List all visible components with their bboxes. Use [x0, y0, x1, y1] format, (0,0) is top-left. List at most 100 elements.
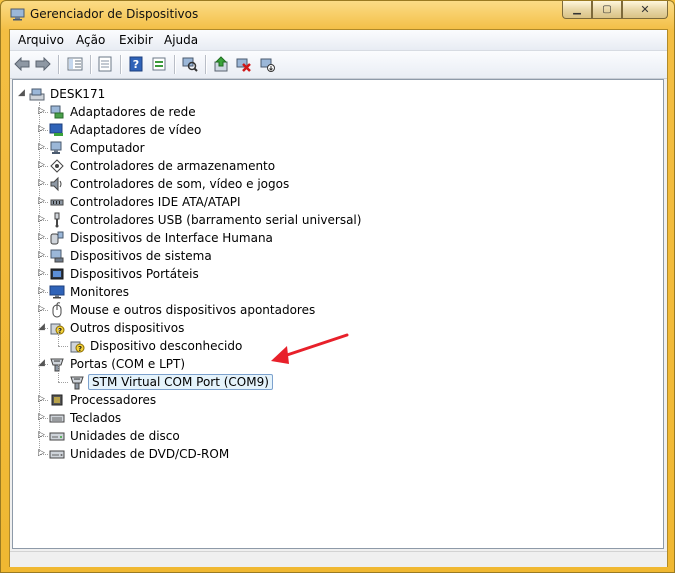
- tree-category-processadores[interactable]: Processadores: [49, 391, 158, 409]
- tree-item-label: Controladores IDE ATA/ATAPI: [70, 195, 241, 209]
- expand-arrow-icon[interactable]: ▷: [37, 161, 46, 170]
- expand-arrow-icon[interactable]: ▷: [37, 197, 46, 206]
- uninstall-icon: [236, 58, 251, 72]
- title-bar[interactable]: Gerenciador de Dispositivos ▁ ▢ ✕: [1, 1, 674, 29]
- tree-item-label: Monitores: [70, 285, 129, 299]
- properties-icon: [98, 56, 112, 72]
- window-title: Gerenciador de Dispositivos: [30, 7, 199, 21]
- expand-arrow-icon[interactable]: ▷: [37, 251, 46, 260]
- tree-item-label: Controladores USB (barramento serial uni…: [70, 213, 362, 227]
- tree-category-unidades-de-disco[interactable]: Unidades de disco: [49, 427, 182, 445]
- expand-arrow-icon[interactable]: ▷: [37, 107, 46, 116]
- expand-arrow-icon[interactable]: ▷: [37, 233, 46, 242]
- close-icon: ✕: [640, 3, 650, 16]
- properties-button[interactable]: [96, 55, 114, 73]
- svg-text:?: ?: [78, 345, 82, 353]
- unknown-device-icon: ?: [69, 338, 85, 354]
- expand-arrow-icon[interactable]: ▷: [37, 305, 46, 314]
- tree-item-label: Controladores de armazenamento: [70, 159, 276, 173]
- menu-exibir[interactable]: Exibir: [119, 33, 153, 47]
- tree-category-dispositivos-de-sistema[interactable]: Dispositivos de sistema: [49, 247, 214, 265]
- menu-bar: Arquivo Ação Exibir Ajuda: [10, 30, 667, 51]
- disable-button[interactable]: [258, 55, 276, 73]
- expand-arrow-icon[interactable]: ▷: [37, 143, 46, 152]
- tree-category-teclados[interactable]: Teclados: [49, 409, 123, 427]
- tree-device-dispositivo-desconhecido[interactable]: ? Dispositivo desconhecido: [69, 337, 244, 355]
- tree-category-computador[interactable]: Computador: [49, 139, 147, 157]
- tree-connector: [58, 346, 68, 347]
- minimize-button[interactable]: ▁: [562, 1, 592, 19]
- toolbar: ?: [10, 51, 667, 79]
- tree-item-label: Adaptadores de rede: [70, 105, 196, 119]
- expand-arrow-icon[interactable]: ▷: [37, 125, 46, 134]
- dvd-drive-icon: [49, 446, 65, 462]
- tree-category-adaptadores-de-video[interactable]: Adaptadores de vídeo: [49, 121, 203, 139]
- toolbar-separator: [120, 55, 122, 74]
- tree-category-unidades-de-dvd-cd-rom[interactable]: Unidades de DVD/CD-ROM: [49, 445, 231, 463]
- toolbar-separator: [174, 55, 176, 74]
- forward-button[interactable]: [34, 55, 52, 73]
- collapse-arrow-icon[interactable]: ◢: [37, 359, 46, 368]
- mouse-icon: [49, 302, 65, 318]
- computer-icon: [49, 140, 65, 156]
- tree-category-portas-com-e-lpt[interactable]: Portas (COM e LPT): [49, 355, 187, 373]
- system-device-icon: [49, 248, 65, 264]
- close-button[interactable]: ✕: [622, 1, 668, 19]
- help-icon: ?: [129, 56, 143, 72]
- collapse-arrow-icon[interactable]: ◢: [37, 323, 46, 332]
- tree-root[interactable]: DESK171: [29, 85, 107, 103]
- tree-category-adaptadores-de-rede[interactable]: Adaptadores de rede: [49, 103, 198, 121]
- tree-item-label: Dispositivos de sistema: [70, 249, 212, 263]
- maximize-button[interactable]: ▢: [592, 1, 622, 19]
- tree-item-label: Portas (COM e LPT): [70, 357, 186, 371]
- show-hidden-button[interactable]: [150, 55, 168, 73]
- menu-acao[interactable]: Ação: [76, 33, 105, 47]
- tree-guide-line: [58, 364, 59, 382]
- menu-ajuda[interactable]: Ajuda: [164, 33, 198, 47]
- expand-arrow-icon[interactable]: ▷: [37, 269, 46, 278]
- tree-item-label: STM Virtual COM Port (COM9): [88, 374, 273, 390]
- tree-category-controladores-ide-ata-atapi[interactable]: Controladores IDE ATA/ATAPI: [49, 193, 243, 211]
- tree-item-label: Adaptadores de vídeo: [70, 123, 202, 137]
- tree-category-mouse-e-outros-dispositivos-apontadores[interactable]: Mouse e outros dispositivos apontadores: [49, 301, 317, 319]
- root-label: DESK171: [50, 87, 106, 101]
- update-driver-button[interactable]: [212, 55, 230, 73]
- menu-arquivo[interactable]: Arquivo: [18, 33, 64, 47]
- computer-root-icon: [29, 86, 45, 102]
- tree-category-dispositivos-de-interface-humana[interactable]: Dispositivos de Interface Humana: [49, 229, 275, 247]
- view-icon: [67, 57, 83, 71]
- tree-category-monitores[interactable]: Monitores: [49, 283, 131, 301]
- scan-hardware-icon: [182, 57, 198, 72]
- expand-arrow-icon[interactable]: ▷: [37, 431, 46, 440]
- tree-item-label: Unidades de disco: [70, 429, 180, 443]
- uninstall-button[interactable]: [234, 55, 252, 73]
- tree-category-controladores-de-armazenamento[interactable]: Controladores de armazenamento: [49, 157, 277, 175]
- tree-category-controladores-de-som-video-e-jogos[interactable]: Controladores de som, vídeo e jogos: [49, 175, 291, 193]
- scan-hardware-button[interactable]: [181, 55, 199, 73]
- back-button[interactable]: [13, 55, 31, 73]
- tree-category-outros-dispositivos[interactable]: ? Outros dispositivos: [49, 319, 186, 337]
- device-tree[interactable]: ◢ DESK171 ▷ Adaptadores de rede ▷ Adaptador…: [12, 79, 664, 549]
- status-bar: [10, 551, 667, 567]
- expand-arrow-icon[interactable]: ▷: [37, 215, 46, 224]
- update-driver-icon: [214, 56, 228, 72]
- tree-category-dispositivos-portateis[interactable]: Dispositivos Portáteis: [49, 265, 201, 283]
- view-button[interactable]: [66, 55, 84, 73]
- help-button[interactable]: ?: [127, 55, 145, 73]
- tree-item-label: Outros dispositivos: [70, 321, 185, 335]
- expand-arrow-icon[interactable]: ▷: [37, 179, 46, 188]
- hid-icon: [49, 230, 65, 246]
- minimize-icon: ▁: [573, 4, 581, 15]
- expand-arrow-icon[interactable]: ▷: [37, 395, 46, 404]
- svg-text:?: ?: [133, 58, 139, 71]
- tree-item-label: Mouse e outros dispositivos apontadores: [70, 303, 316, 317]
- expand-arrow-icon[interactable]: ▷: [37, 449, 46, 458]
- tree-category-controladores-usb-barramento-serial-universal[interactable]: Controladores USB (barramento serial uni…: [49, 211, 363, 229]
- display-adapter-icon: [49, 122, 65, 138]
- toolbar-separator: [58, 55, 60, 74]
- expand-arrow-icon[interactable]: ▷: [37, 413, 46, 422]
- tree-device-stm-virtual-com-port-com9[interactable]: STM Virtual COM Port (COM9): [69, 373, 273, 391]
- expand-arrow-icon[interactable]: ▷: [37, 287, 46, 296]
- root-collapse-arrow-icon[interactable]: ◢: [17, 89, 26, 98]
- toolbar-separator: [90, 55, 92, 74]
